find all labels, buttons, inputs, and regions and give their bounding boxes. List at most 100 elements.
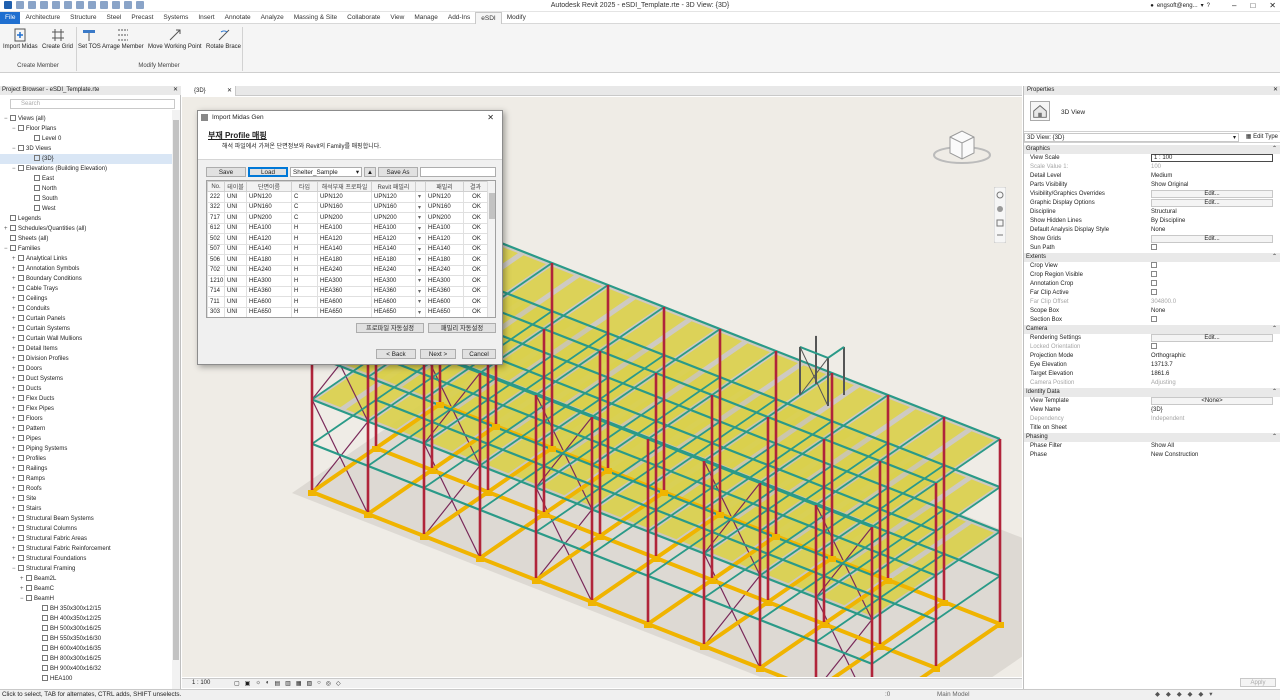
- instance-dropdown[interactable]: 3D View: {3D} ▾: [1024, 133, 1239, 142]
- edit-button[interactable]: Edit...: [1151, 190, 1273, 198]
- tree-item[interactable]: + Pipes: [0, 434, 172, 444]
- tab-file[interactable]: File: [0, 11, 21, 24]
- base-plate[interactable]: [540, 512, 548, 518]
- tree-item[interactable]: − Structural Framing: [0, 564, 172, 574]
- tree-item[interactable]: −3D Views: [0, 144, 172, 154]
- tab-modify[interactable]: Modify: [502, 12, 531, 24]
- column-header[interactable]: 타입: [291, 181, 318, 192]
- base-plate[interactable]: [436, 402, 444, 408]
- property-value[interactable]: {3D}: [1151, 406, 1277, 415]
- tree-item[interactable]: + Curtain Systems: [0, 324, 172, 334]
- filter-icon[interactable]: ▾: [1209, 690, 1212, 700]
- property-value[interactable]: Show All: [1151, 442, 1277, 451]
- property-group-graphics[interactable]: Graphics ⌃: [1024, 145, 1280, 154]
- scrollbar-thumb[interactable]: [489, 193, 495, 219]
- tree-item[interactable]: − Families: [0, 244, 172, 254]
- property-group-phasing[interactable]: Phasing ⌃: [1024, 433, 1280, 442]
- table-row[interactable]: 702 UNI HEA240 H HEA240 HEA240 ▾ HEA240 OK: [207, 264, 488, 276]
- base-plate[interactable]: [588, 600, 596, 606]
- property-group-extents[interactable]: Extents ⌃: [1024, 253, 1280, 262]
- tab-annotate[interactable]: Annotate: [220, 12, 256, 24]
- tree-item[interactable]: − Elevations (Building Elevation): [0, 164, 172, 174]
- base-plate[interactable]: [716, 512, 724, 518]
- tree-item[interactable]: + Pattern: [0, 424, 172, 434]
- file-select[interactable]: Shelter_Sample ▾: [290, 167, 362, 177]
- import-midas-button[interactable]: Import Midas: [3, 28, 38, 50]
- base-plate[interactable]: [420, 534, 428, 540]
- tree-item[interactable]: BH 400x350x12/25: [0, 614, 172, 624]
- create-grid-button[interactable]: Create Grid: [42, 28, 73, 50]
- analytical-model-icon[interactable]: ◇: [336, 680, 341, 687]
- tab-view[interactable]: View: [385, 12, 409, 24]
- dropdown-arrow-icon[interactable]: ▾: [415, 296, 426, 308]
- tree-item[interactable]: + Annotation Symbols: [0, 264, 172, 274]
- close-icon[interactable]: ✕: [227, 86, 232, 96]
- property-value[interactable]: None: [1151, 307, 1277, 316]
- column-header[interactable]: 단면이름: [246, 181, 292, 192]
- save-button[interactable]: Save: [206, 167, 246, 177]
- reveal-hidden-icon[interactable]: ◎: [326, 680, 331, 687]
- family-select-cell[interactable]: HEA300: [371, 275, 416, 287]
- property-checkbox[interactable]: [1151, 316, 1277, 325]
- base-plate[interactable]: [492, 424, 500, 430]
- property-value[interactable]: Show Original: [1151, 181, 1277, 190]
- base-plate[interactable]: [828, 556, 836, 562]
- scrollbar[interactable]: [172, 110, 180, 689]
- table-row[interactable]: 714 UNI HEA360 H HEA360 HEA360 ▾ HEA360 OK: [207, 285, 488, 297]
- base-plate[interactable]: [484, 490, 492, 496]
- dropdown-arrow-icon[interactable]: ▾: [415, 222, 426, 234]
- table-row[interactable]: 1210 UNI HEA300 H HEA300 HEA300 ▾ HEA300 OK: [207, 275, 488, 287]
- tree-item[interactable]: + Structural Columns: [0, 524, 172, 534]
- family-select-cell[interactable]: UPN160: [371, 201, 416, 213]
- tree-item[interactable]: + Ducts: [0, 384, 172, 394]
- base-plate[interactable]: [596, 534, 604, 540]
- tree-item[interactable]: + Site: [0, 494, 172, 504]
- sun-path-icon[interactable]: ☼: [255, 680, 261, 687]
- temporary-hide-icon[interactable]: ○: [317, 680, 321, 687]
- detail-level-icon[interactable]: ▢: [234, 680, 240, 687]
- tree-item[interactable]: BH 600x400x16/35: [0, 644, 172, 654]
- family-select-cell[interactable]: HEA180: [371, 254, 416, 266]
- tree-item[interactable]: + Curtain Panels: [0, 314, 172, 324]
- property-value[interactable]: Medium: [1151, 172, 1277, 181]
- auto-profile-button[interactable]: 프로파일 자동설정: [356, 323, 424, 333]
- tree-item[interactable]: + Boundary Conditions: [0, 274, 172, 284]
- family-select-cell[interactable]: HEA650: [371, 306, 416, 317]
- base-plate[interactable]: [756, 666, 764, 672]
- tab-massing-site[interactable]: Massing & Site: [289, 12, 342, 24]
- tab-add-ins[interactable]: Add-Ins: [443, 12, 475, 24]
- base-plate[interactable]: [940, 600, 948, 606]
- family-select-cell[interactable]: HEA360: [371, 285, 416, 297]
- dropdown-arrow-icon[interactable]: ▾: [415, 243, 426, 255]
- base-plate[interactable]: [876, 644, 884, 650]
- checkbox[interactable]: [1151, 280, 1157, 286]
- tree-item[interactable]: + Structural Fabric Areas: [0, 534, 172, 544]
- base-plate[interactable]: [772, 534, 780, 540]
- tree-item[interactable]: + Piping Systems: [0, 444, 172, 454]
- select-underlay-icon[interactable]: ◆: [1166, 690, 1171, 700]
- help-icon[interactable]: ?: [1207, 3, 1210, 9]
- base-plate[interactable]: [532, 578, 540, 584]
- close-icon[interactable]: ✕: [1273, 86, 1278, 95]
- tree-item[interactable]: + Railings: [0, 464, 172, 474]
- arrange-member-button[interactable]: Arrage Member: [102, 28, 144, 50]
- family-select-cell[interactable]: HEA100: [371, 222, 416, 234]
- tree-item[interactable]: Legends: [0, 214, 172, 224]
- tree-item[interactable]: + Conduits: [0, 304, 172, 314]
- checkbox[interactable]: [1151, 262, 1157, 268]
- table-row[interactable]: 507 UNI HEA140 H HEA140 HEA140 ▾ HEA140 OK: [207, 243, 488, 255]
- column-header[interactable]: 테이블: [224, 181, 247, 192]
- table-row[interactable]: 711 UNI HEA600 H HEA600 HEA600 ▾ HEA600 OK: [207, 296, 488, 308]
- dropdown-arrow-icon[interactable]: ▾: [415, 254, 426, 266]
- base-plate[interactable]: [428, 468, 436, 474]
- tree-item[interactable]: {3D}: [0, 154, 172, 164]
- folder-open-button[interactable]: ▲: [364, 167, 376, 177]
- table-row[interactable]: 502 UNI HEA120 H HEA120 HEA120 ▾ HEA120 OK: [207, 233, 488, 245]
- maximize-icon[interactable]: □: [1250, 1, 1255, 10]
- tree-item[interactable]: + Flex Ducts: [0, 394, 172, 404]
- column-header[interactable]: Revit 패밀리: [371, 181, 416, 192]
- scrollbar[interactable]: [487, 181, 495, 317]
- edit-type-button[interactable]: ▦ Edit Type: [1246, 132, 1278, 143]
- edit-button[interactable]: Edit...: [1151, 334, 1273, 342]
- cancel-button[interactable]: Cancel: [462, 349, 496, 359]
